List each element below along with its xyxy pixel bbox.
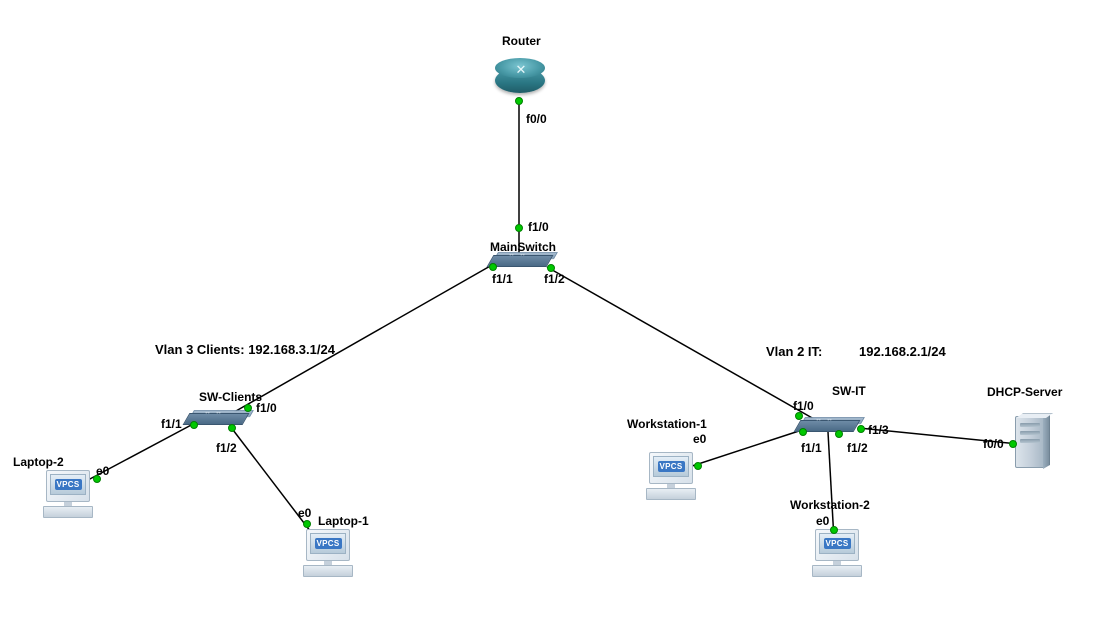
status-dot — [515, 224, 523, 232]
mainswitch-label: MainSwitch — [490, 240, 556, 254]
laptop-1-device[interactable]: VPCS — [303, 529, 353, 579]
port-label: f1/0 — [528, 220, 549, 234]
router-device[interactable]: ✕ — [495, 68, 545, 93]
port-label: f0/0 — [526, 112, 547, 126]
port-label: f1/2 — [847, 441, 868, 455]
mainswitch-device[interactable]: ↔ ↔ — [490, 255, 550, 271]
status-dot — [547, 264, 555, 272]
vlan-clients-label: Vlan 3 Clients: 192.168.3.1/24 — [155, 342, 335, 357]
port-label: f1/1 — [492, 272, 513, 286]
status-dot — [799, 428, 807, 436]
status-dot — [303, 520, 311, 528]
connection-lines — [0, 0, 1108, 621]
vpcs-badge: VPCS — [658, 461, 685, 472]
port-label: f1/1 — [801, 441, 822, 455]
workstation-1-device[interactable]: VPCS — [646, 452, 696, 502]
port-label: f1/3 — [868, 423, 889, 437]
status-dot — [830, 526, 838, 534]
vpcs-badge: VPCS — [55, 479, 82, 490]
port-label: f1/2 — [216, 441, 237, 455]
port-label: f1/2 — [544, 272, 565, 286]
port-label: f1/0 — [793, 399, 814, 413]
port-label: e0 — [693, 432, 706, 446]
port-label: e0 — [96, 464, 109, 478]
vpcs-badge: VPCS — [315, 538, 342, 549]
sw-it-label: SW-IT — [832, 384, 866, 398]
dhcp-server-device[interactable] — [1015, 416, 1051, 471]
status-dot — [244, 404, 252, 412]
workstation-1-label: Workstation-1 — [627, 417, 707, 431]
port-label: f1/0 — [256, 401, 277, 415]
status-dot — [694, 462, 702, 470]
router-label: Router — [502, 34, 541, 48]
vlan-it-label-a: Vlan 2 IT: — [766, 344, 822, 359]
sw-clients-label: SW-Clients — [199, 390, 262, 404]
status-dot — [489, 263, 497, 271]
status-dot — [228, 424, 236, 432]
workstation-2-device[interactable]: VPCS — [812, 529, 862, 579]
status-dot — [1009, 440, 1017, 448]
port-label: e0 — [816, 514, 829, 528]
port-label: f0/0 — [983, 437, 1004, 451]
vpcs-badge: VPCS — [824, 538, 851, 549]
laptop-1-label: Laptop-1 — [318, 514, 369, 528]
laptop-2-device[interactable]: VPCS — [43, 470, 93, 520]
workstation-2-label: Workstation-2 — [790, 498, 870, 512]
vlan-it-label-b: 192.168.2.1/24 — [859, 344, 946, 359]
status-dot — [835, 430, 843, 438]
status-dot — [857, 425, 865, 433]
port-label: f1/1 — [161, 417, 182, 431]
status-dot — [190, 421, 198, 429]
dhcp-server-label: DHCP-Server — [987, 385, 1062, 399]
laptop-2-label: Laptop-2 — [13, 455, 64, 469]
network-topology-canvas: ✕ Router f0/0 ↔ ↔ MainSwitch f1/0 f1/1 f… — [0, 0, 1108, 621]
port-label: e0 — [298, 506, 311, 520]
status-dot — [515, 97, 523, 105]
status-dot — [795, 412, 803, 420]
